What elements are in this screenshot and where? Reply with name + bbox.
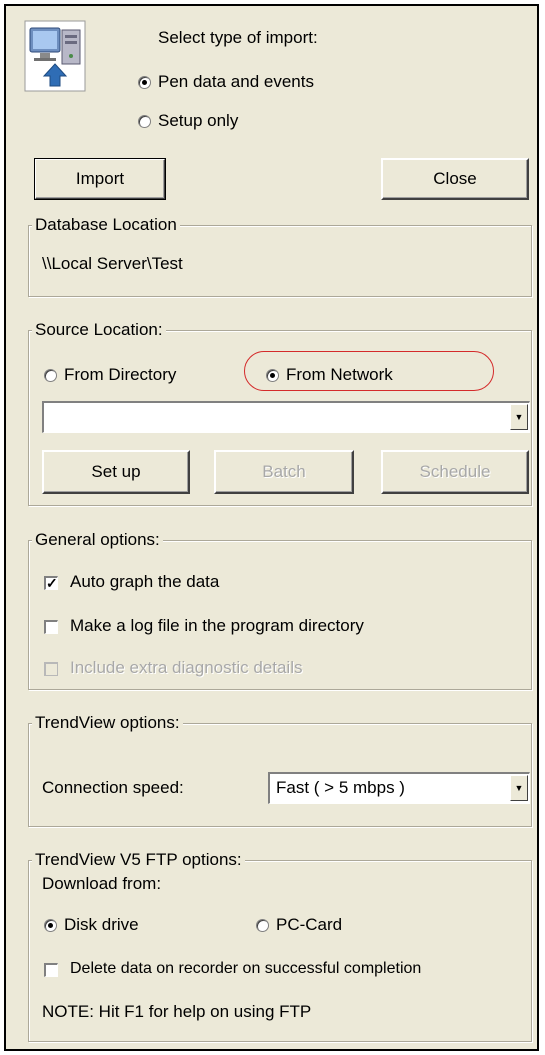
checkbox-auto-graph[interactable]: ✓ [44, 576, 58, 590]
trendview-options-title: TrendView options: [32, 713, 183, 733]
database-location-value: \\Local Server\Test [42, 254, 183, 273]
checkbox-delete-data-label[interactable]: Delete data on recorder on successful co… [70, 959, 421, 979]
checkbox-diagnostic [44, 662, 58, 676]
checkbox-log-file[interactable] [44, 620, 58, 634]
close-button[interactable]: Close [381, 158, 529, 200]
radio-pen-data-label[interactable]: Pen data and events [158, 72, 314, 92]
radio-setup-only-label[interactable]: Setup only [158, 111, 238, 131]
radio-setup-only[interactable] [138, 115, 151, 128]
radio-disk-drive[interactable] [44, 919, 57, 932]
radio-pen-data[interactable] [138, 76, 151, 89]
ftp-options-title: TrendView V5 FTP options: [32, 850, 245, 870]
radio-disk-drive-label[interactable]: Disk drive [64, 915, 139, 935]
radio-from-directory-label[interactable]: From Directory [64, 365, 176, 385]
import-button[interactable]: Import [34, 158, 166, 200]
checkbox-diagnostic-label: Include extra diagnostic details [70, 658, 303, 677]
radio-pc-card-label[interactable]: PC-Card [276, 915, 342, 935]
chevron-down-icon[interactable]: ▼ [510, 775, 528, 801]
chevron-down-icon[interactable]: ▼ [510, 404, 528, 430]
radio-from-network-label[interactable]: From Network [286, 365, 393, 385]
checkbox-log-file-label[interactable]: Make a log file in the program directory [70, 616, 364, 636]
ftp-note: NOTE: Hit F1 for help on using FTP [42, 1002, 312, 1021]
connection-speed-value: Fast ( > 5 mbps ) [276, 778, 405, 797]
schedule-button: Schedule [381, 450, 529, 494]
import-dialog: Select type of import: Pen data and even… [4, 4, 539, 1051]
source-path-combobox[interactable]: ▼ [42, 401, 530, 433]
checkbox-auto-graph-label[interactable]: Auto graph the data [70, 572, 219, 592]
batch-button: Batch [214, 450, 354, 494]
setup-button[interactable]: Set up [42, 450, 190, 494]
computer-import-icon [24, 20, 86, 92]
checkbox-delete-data[interactable] [44, 963, 58, 977]
download-from-label: Download from: [42, 874, 162, 893]
connection-speed-select[interactable]: Fast ( > 5 mbps ) ▼ [268, 772, 530, 804]
database-location-title: Database Location [32, 215, 180, 235]
radio-from-network[interactable] [266, 369, 279, 382]
radio-from-directory[interactable] [44, 369, 57, 382]
source-location-title: Source Location: [32, 320, 166, 340]
radio-pc-card[interactable] [256, 919, 269, 932]
connection-speed-label: Connection speed: [42, 778, 184, 797]
import-type-heading: Select type of import: [158, 28, 318, 47]
general-options-title: General options: [32, 530, 163, 550]
